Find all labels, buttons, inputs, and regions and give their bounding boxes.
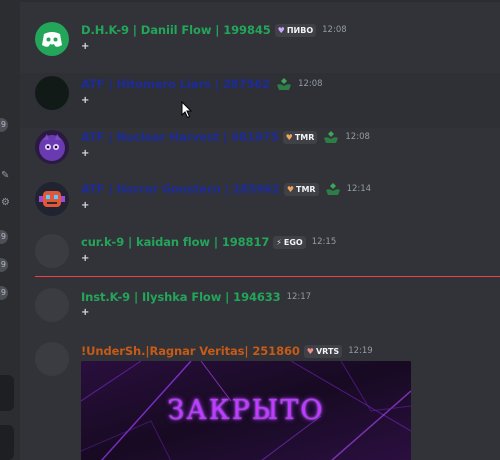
message-item[interactable]: ATF | Nuclear Harvest | 681975 ♥ TMR 12:… (20, 128, 500, 182)
chat-header-border (20, 0, 500, 2)
settings-gear-icon[interactable]: ⚙ (1, 197, 10, 208)
role-tag: ⚡ EGO (273, 235, 306, 249)
mouse-cursor-icon (181, 101, 193, 119)
timestamp[interactable]: 12:08 (298, 79, 323, 89)
username[interactable]: cur.k-9 | kaidan flow | 198817 (81, 235, 269, 249)
closed-text: ЗАКРЫТО (167, 395, 325, 426)
timestamp[interactable]: 12:08 (322, 25, 347, 35)
username[interactable]: !UnderSh.|Ragnar Veritas| 251860 (81, 344, 300, 358)
message-content: + (81, 307, 90, 318)
purple-creature-icon (39, 134, 65, 161)
pencil-icon[interactable]: ✎ (1, 170, 9, 181)
role-tag: ♥ TMR (282, 130, 318, 144)
message-item[interactable]: ATF | Horror Gonstero | 285962 ♥ TMR 12:… (20, 182, 500, 232)
role-tag-label: ПИВО (286, 25, 314, 35)
role-tag: ♥ VRTS (303, 344, 343, 358)
green-emblem-icon (277, 78, 292, 90)
avatar[interactable] (35, 76, 69, 110)
channel-sidebar-edge: 9 ✎ ⚙ 9 9 9 (0, 0, 20, 460)
timestamp[interactable]: 12:14 (347, 184, 372, 194)
message-item[interactable]: cur.k-9 | kaidan flow | 198817 ⚡ EGO 12:… (20, 233, 500, 273)
unread-badge[interactable]: 9 (0, 118, 8, 132)
avatar[interactable] (35, 288, 69, 322)
message-item[interactable]: D.H.K-9 | Daniil Flow | 199845 ♥ ПИВО 12… (20, 16, 500, 70)
heart-icon: ♥ (306, 346, 314, 356)
username[interactable]: D.H.K-9 | Daniil Flow | 199845 (81, 23, 271, 37)
timestamp[interactable]: 12:19 (348, 346, 373, 356)
avatar[interactable] (35, 234, 69, 268)
heart-icon: ♥ (285, 132, 293, 142)
user-panel-edge[interactable] (0, 425, 14, 460)
message-content: + (81, 95, 90, 106)
timestamp[interactable]: 12:08 (345, 132, 370, 142)
role-tag-label: TMR (294, 132, 315, 142)
message-content: + (81, 253, 90, 264)
closed-banner-image[interactable]: ЗАКРЫТО (81, 361, 411, 460)
avatar[interactable] (35, 342, 69, 376)
green-emblem-icon (324, 131, 339, 143)
unread-badge[interactable]: 9 (0, 258, 8, 272)
message-item[interactable]: Inst.K-9 | Ilyshka Flow | 194633 12:17 + (20, 286, 500, 336)
username[interactable]: Inst.K-9 | Ilyshka Flow | 194633 (81, 290, 281, 304)
role-tag-label: EGO (283, 237, 303, 247)
heart-icon: ♥ (286, 184, 294, 194)
avatar[interactable] (35, 22, 69, 56)
unread-badge[interactable]: 9 (0, 230, 8, 244)
green-emblem-icon (325, 183, 340, 195)
avatar[interactable] (35, 130, 69, 164)
username[interactable]: ATF | Horror Gonstero | 285962 (81, 182, 280, 196)
role-tag: ♥ ПИВО (274, 23, 317, 37)
timestamp[interactable]: 12:15 (312, 237, 337, 247)
robot-avatar-icon (39, 191, 65, 207)
message-item-hovered[interactable]: ATF | Hitomaro Liars | 287562 12:08 + (20, 73, 500, 128)
message-list: D.H.K-9 | Daniil Flow | 199845 ♥ ПИВО 12… (20, 0, 500, 460)
discord-window: 9 ✎ ⚙ 9 9 9 D.H.K-9 | Daniil Flow | 1998… (0, 0, 500, 460)
role-tag-label: TMR (296, 184, 316, 194)
message-content: + (81, 200, 90, 211)
role-tag: ♥ TMR (283, 182, 319, 196)
lightning-icon: ⚡ (276, 237, 282, 247)
timestamp[interactable]: 12:17 (287, 292, 312, 302)
message-content: + (81, 148, 90, 159)
heart-icon: ♥ (277, 25, 285, 35)
role-tag-label: VRTS (315, 346, 340, 356)
avatar[interactable] (35, 182, 69, 216)
discord-logo-icon (42, 32, 62, 47)
voice-panel-edge[interactable] (0, 375, 14, 411)
username[interactable]: ATF | Nuclear Harvest | 681975 (81, 130, 279, 144)
unread-badge[interactable]: 9 (0, 286, 8, 300)
new-messages-divider (35, 276, 500, 277)
username[interactable]: ATF | Hitomaro Liars | 287562 (81, 77, 270, 91)
message-content: + (81, 41, 90, 52)
